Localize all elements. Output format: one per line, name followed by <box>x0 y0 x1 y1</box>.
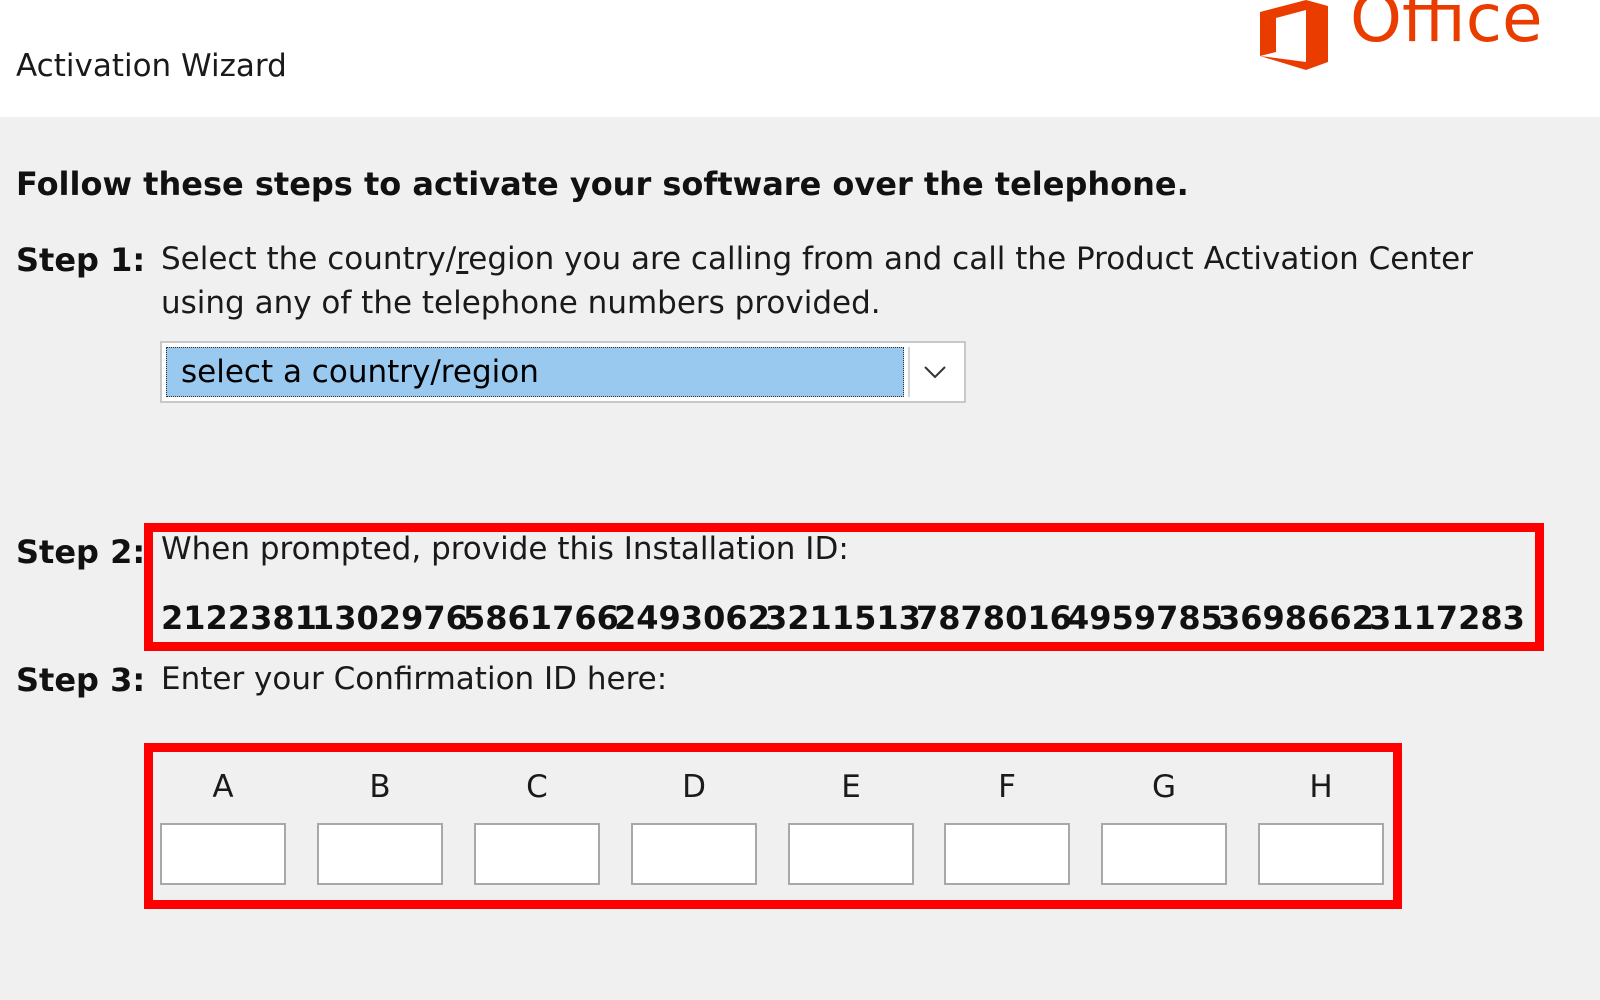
confirmation-field-g: G <box>1101 767 1227 885</box>
confirmation-id-input-b[interactable] <box>317 823 443 885</box>
step1-text-line2: using any of the telephone numbers provi… <box>161 285 881 321</box>
confirmation-field-f: F <box>944 767 1070 885</box>
step2-text: When prompted, provide this Installation… <box>161 531 849 567</box>
confirmation-id-input-c[interactable] <box>474 823 600 885</box>
chevron-down-icon <box>924 366 946 379</box>
instructions-heading: Follow these steps to activate your soft… <box>16 165 1189 203</box>
installation-id-group: 7878016 <box>916 599 1072 637</box>
step1-label: Step 1: <box>16 241 146 279</box>
step1-text: Select the country/region you are callin… <box>161 237 1473 325</box>
installation-id-group: 1302976 <box>312 599 468 637</box>
confirmation-id-input-f[interactable] <box>944 823 1070 885</box>
installation-id-group: 2122381 <box>161 599 317 637</box>
office-logo: Office <box>1258 0 1543 70</box>
confirmation-field-b: B <box>317 767 443 885</box>
window-title: Activation Wizard <box>16 48 287 84</box>
confirmation-field-letter: C <box>526 769 548 805</box>
country-select-value: select a country/region <box>166 347 904 397</box>
installation-id-group: 2493062 <box>614 599 770 637</box>
confirmation-field-letter: H <box>1309 769 1333 805</box>
confirmation-field-h: H <box>1258 767 1384 885</box>
step3-label: Step 3: <box>16 661 146 699</box>
confirmation-id-input-g[interactable] <box>1101 823 1227 885</box>
step3-text: Enter your Confirmation ID here: <box>161 661 668 697</box>
confirmation-field-letter: D <box>682 769 706 805</box>
header: Activation Wizard Office <box>0 0 1600 117</box>
confirmation-field-letter: G <box>1151 769 1177 805</box>
confirmation-field-a: A <box>160 767 286 885</box>
installation-id-group: 3117283 <box>1369 599 1525 637</box>
confirmation-field-e: E <box>788 767 914 885</box>
confirmation-field-letter: E <box>841 769 861 805</box>
confirmation-id-input-h[interactable] <box>1258 823 1384 885</box>
confirmation-field-d: D <box>631 767 757 885</box>
confirmation-id-input-a[interactable] <box>160 823 286 885</box>
installation-id-group: 5861766 <box>463 599 619 637</box>
step1-text-line1: Select the country/region you are callin… <box>161 241 1473 277</box>
confirmation-field-letter: B <box>369 769 391 805</box>
installation-id-group: 3211513 <box>765 599 921 637</box>
confirmation-field-letter: A <box>212 769 234 805</box>
office-logo-icon <box>1260 0 1328 70</box>
confirmation-id-input-e[interactable] <box>788 823 914 885</box>
country-dropdown-button[interactable] <box>908 347 960 397</box>
step2-label: Step 2: <box>16 533 146 571</box>
installation-id-group: 4959785 <box>1067 599 1223 637</box>
confirmation-id-input-d[interactable] <box>631 823 757 885</box>
confirmation-field-letter: F <box>998 769 1016 805</box>
wizard-body: Follow these steps to activate your soft… <box>0 117 1600 1000</box>
installation-id: 2122381 1302976 5861766 2493062 3211513 … <box>161 599 1525 637</box>
installation-id-group: 3698662 <box>1218 599 1374 637</box>
confirmation-field-c: C <box>474 767 600 885</box>
office-brand-text: Office <box>1350 0 1543 57</box>
country-region-select[interactable]: select a country/region <box>160 341 966 403</box>
